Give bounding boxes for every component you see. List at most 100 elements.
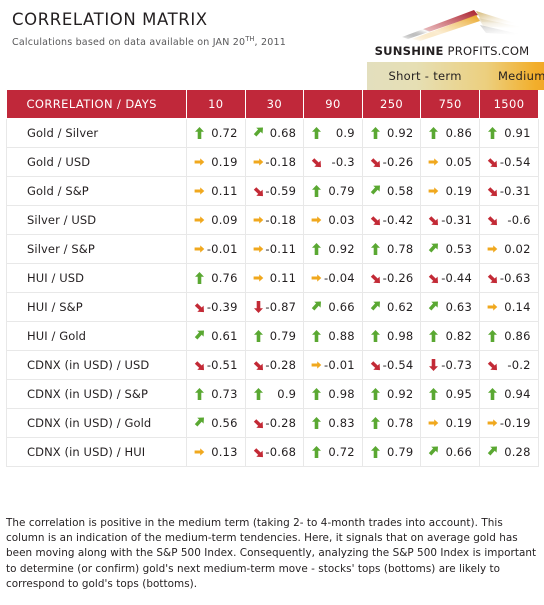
- up-strong-arrow-icon: [311, 445, 322, 458]
- correlation-value: 0.03: [328, 212, 355, 227]
- up-strong-arrow-icon: [311, 184, 322, 197]
- term-band-spacer: [6, 62, 187, 90]
- logo-wordmark: SUNSHINE PROFITS.COM: [368, 44, 536, 58]
- correlation-cell: -0.73: [420, 349, 480, 380]
- correlation-cell: -0.87: [244, 291, 305, 322]
- up-diagonal-arrow-icon: [428, 300, 439, 313]
- correlation-cell: 0.53: [420, 233, 480, 264]
- correlation-cell: 0.95: [420, 378, 480, 409]
- down-diagonal-arrow-icon: [311, 155, 322, 168]
- correlation-cell: 0.14: [478, 291, 539, 322]
- subtitle-year: , 2011: [254, 37, 286, 49]
- down-strong-arrow-icon: [428, 358, 439, 371]
- column-header-1500[interactable]: 1500: [479, 90, 539, 119]
- correlation-cell: 0.79: [361, 436, 422, 467]
- row-label: CDNX (in USD) / HUI: [6, 436, 187, 467]
- table-row: HUI / Gold 0.61 0.79 0.88 0.98 0.82 0.86: [6, 320, 539, 351]
- correlation-value: -0.18: [265, 212, 297, 227]
- correlation-value: 0.83: [328, 415, 355, 430]
- correlation-cell: 0.02: [478, 233, 539, 264]
- correlation-value: 0.91: [504, 125, 531, 140]
- column-header-750[interactable]: 750: [420, 90, 480, 119]
- up-strong-arrow-icon: [194, 271, 205, 284]
- logo-name-tld: .COM: [497, 44, 530, 58]
- column-header-250[interactable]: 250: [362, 90, 422, 119]
- column-header-90[interactable]: 90: [303, 90, 363, 119]
- correlation-value: -0.42: [382, 212, 414, 227]
- column-header-30[interactable]: 30: [245, 90, 305, 119]
- up-diagonal-arrow-icon: [428, 445, 439, 458]
- down-diagonal-arrow-icon: [370, 358, 381, 371]
- correlation-cell: -0.51: [186, 349, 246, 380]
- up-strong-arrow-icon: [311, 416, 322, 429]
- row-label: Silver / S&P: [6, 233, 187, 264]
- correlation-cell: 0.66: [420, 436, 480, 467]
- correlation-value: 0.72: [211, 125, 238, 140]
- subtitle-ordinal-suffix: TH: [245, 35, 255, 43]
- correlation-cell: 0.11: [244, 262, 305, 293]
- up-strong-arrow-icon: [428, 387, 439, 400]
- correlation-cell: 0.92: [303, 233, 363, 264]
- right-flat-arrow-icon: [428, 155, 439, 168]
- correlation-value: -0.01: [206, 241, 238, 256]
- down-diagonal-arrow-icon: [428, 213, 439, 226]
- correlation-cell: 0.56: [186, 407, 246, 438]
- correlation-value: -0.59: [265, 183, 297, 198]
- down-diagonal-arrow-icon: [194, 300, 205, 313]
- right-flat-arrow-icon: [194, 184, 205, 197]
- correlation-value: 0.11: [269, 270, 297, 285]
- correlation-cell: 0.88: [303, 320, 363, 351]
- sunshine-profits-logo: SUNSHINE PROFITS.COM: [368, 8, 536, 58]
- correlation-value: 0.78: [386, 415, 414, 430]
- row-label: HUI / Gold: [6, 320, 187, 351]
- correlation-value: -0.54: [499, 154, 531, 169]
- correlation-cell: 0.86: [478, 320, 539, 351]
- correlation-value: -0.39: [206, 299, 238, 314]
- up-strong-arrow-icon: [370, 387, 381, 400]
- correlation-value: 0.19: [445, 183, 472, 198]
- correlation-value: -0.11: [265, 241, 297, 256]
- correlation-table: Short - term Medium - term Long - term C…: [6, 62, 544, 467]
- column-header-10[interactable]: 10: [186, 90, 246, 119]
- correlation-cell: 0.82: [420, 320, 480, 351]
- down-strong-arrow-icon: [253, 300, 264, 313]
- term-label-short: Short - term: [388, 69, 462, 83]
- table-row: CDNX (in USD) / S&P 0.73 0.9 0.98 0.92 0.95 0.…: [6, 378, 539, 409]
- row-label: CDNX (in USD) / USD: [6, 349, 187, 380]
- right-flat-arrow-icon: [311, 213, 322, 226]
- correlation-value: 0.02: [504, 241, 531, 256]
- correlation-value: -0.26: [382, 154, 414, 169]
- correlation-cell: 0.79: [244, 320, 305, 351]
- correlation-value: 0.73: [211, 386, 238, 401]
- right-flat-arrow-icon: [253, 271, 264, 284]
- correlation-value: -0.19: [499, 415, 531, 430]
- right-flat-arrow-icon: [253, 213, 264, 226]
- correlation-cell: 0.76: [186, 262, 246, 293]
- correlation-cell: -0.39: [186, 291, 246, 322]
- correlation-value: -0.04: [324, 270, 355, 285]
- up-strong-arrow-icon: [370, 445, 381, 458]
- row-label: Silver / USD: [6, 204, 187, 235]
- correlation-table-wrap: Short - term Medium - term Long - term C…: [6, 62, 544, 467]
- correlation-cell: 0.62: [361, 291, 422, 322]
- correlation-value: 0.66: [328, 299, 355, 314]
- correlation-value: 0.56: [211, 415, 238, 430]
- correlation-value: -0.68: [265, 444, 297, 459]
- correlation-value: 0.92: [386, 125, 414, 140]
- correlation-value: 0.19: [211, 154, 238, 169]
- correlation-cell: -0.11: [244, 233, 305, 264]
- correlation-cell: -0.26: [361, 262, 422, 293]
- correlation-value: -0.63: [499, 270, 531, 285]
- correlation-value: -0.31: [441, 212, 472, 227]
- up-strong-arrow-icon: [370, 242, 381, 255]
- correlation-value: -0.87: [265, 299, 297, 314]
- correlation-cell: -0.04: [303, 262, 363, 293]
- up-diagonal-arrow-icon: [487, 445, 498, 458]
- correlation-cell: 0.92: [361, 378, 422, 409]
- down-diagonal-arrow-icon: [253, 358, 264, 371]
- term-band-row: Short - term Medium - term Long - term: [6, 62, 544, 90]
- correlation-value: -0.6: [507, 212, 531, 227]
- row-label: HUI / USD: [6, 262, 187, 293]
- correlation-cell: -0.18: [244, 204, 305, 235]
- correlation-value: -0.51: [206, 357, 238, 372]
